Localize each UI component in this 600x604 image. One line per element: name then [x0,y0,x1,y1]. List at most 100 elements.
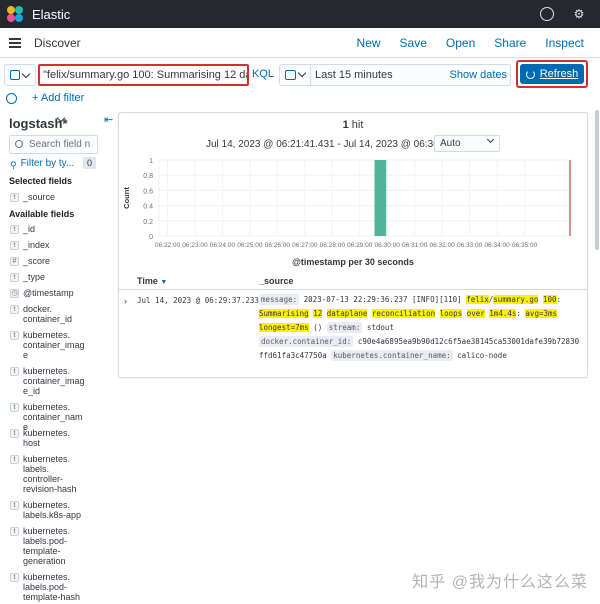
field-type-icon: t [10,241,19,250]
filter-by-type-button[interactable]: ⚲ Filter by ty... [10,158,74,170]
field-item[interactable]: t _type [10,272,85,282]
field-type-icon: t [10,225,19,234]
field-name: _index [23,240,50,250]
field-item[interactable]: ◷ @timestamp [10,288,85,298]
time-range-text: Jul 14, 2023 @ 06:21:41.431 - Jul 14, 20… [206,139,473,150]
help-icon[interactable] [540,7,554,21]
field-name: _type [23,272,46,282]
field-type-icon: t [10,193,19,202]
expand-row-icon[interactable]: › [124,296,127,306]
y-tick-label: 0.2 [143,219,153,226]
chevron-down-icon [21,69,31,78]
filter-icon: ⚲ [10,160,17,170]
field-item[interactable]: t kubernetes. labels.pod- template- gener… [10,526,85,566]
refresh-icon [525,69,535,79]
y-tick-label: 0.8 [143,173,153,180]
field-type-icon: t [10,305,19,314]
x-tick-label: 06:35:00 [512,242,538,249]
field-type-icon: t [10,573,19,582]
new-link[interactable]: New [357,36,381,50]
field-name: kubernetes. labels.pod- template- genera… [23,526,71,566]
field-item[interactable]: t _id [10,224,85,234]
field-type-icon: ◷ [10,289,19,298]
interval-select[interactable]: Auto [434,135,500,152]
watermark: 知乎 @我为什么这么菜 [412,574,588,591]
filter-count-badge: 0 [83,157,96,169]
menu-hamburger-icon[interactable] [9,37,21,48]
saved-query-button[interactable] [4,64,36,86]
y-tick-label: 0.4 [143,204,153,211]
x-tick-label: 06:30:00 [375,242,401,249]
row-time: Jul 14, 2023 @ 06:29:37.233 [137,296,259,305]
inspect-link[interactable]: Inspect [545,36,584,50]
field-sidebar: logstash* ⇤ Search field n ⚲ Filter by t… [0,110,116,604]
field-name: kubernetes. container_imag e [23,330,85,360]
show-dates-link[interactable]: Show dates [450,69,507,81]
share-link[interactable]: Share [494,36,526,50]
chevron-down-icon [297,68,307,78]
field-name: kubernetes. labels.pod- template-hash [23,572,81,602]
x-tick-label: 06:22:00 [155,242,181,249]
field-type-icon: t [10,455,19,464]
user-menu-icon[interactable]: ⚙ [572,7,586,21]
filter-options-icon[interactable] [6,93,17,104]
app-title: Elastic [32,6,71,22]
refresh-button[interactable]: Refresh [520,64,584,84]
app-navbar: Discover New Save Open Share Inspect [0,28,600,58]
x-tick-label: 06:32:00 [430,242,456,249]
field-name: _score [23,256,51,266]
open-link[interactable]: Open [446,36,475,50]
date-picker[interactable]: Last 15 minutes Show dates [279,64,511,86]
field-item[interactable]: # _score [10,256,85,266]
elastic-logo-icon[interactable] [7,6,23,22]
field-item[interactable]: t docker. container_id [10,304,85,324]
field-item[interactable]: t kubernetes. labels. controller- revisio… [10,454,85,494]
field-item[interactable]: t _source [10,192,85,202]
field-type-icon: t [10,501,19,510]
x-tick-label: 06:33:00 [457,242,483,249]
query-bar: "felix/summary.go 100: Summarising 12 da… [0,59,600,91]
time-column-header[interactable]: Time ▼ [137,276,167,286]
time-range-label[interactable]: Last 15 minutes [315,69,393,81]
field-type-icon: t [10,273,19,282]
calendar-icon[interactable] [285,70,296,80]
field-item[interactable]: t kubernetes. container_imag e [10,330,85,360]
hit-count: 1 hit [342,119,364,131]
kql-toggle[interactable]: KQL [252,68,274,80]
y-tick-label: 0 [149,234,153,241]
page-scrollbar[interactable] [595,110,599,250]
breadcrumb[interactable]: Discover [34,36,81,50]
field-item[interactable]: t kubernetes. labels.k8s-app [10,500,85,520]
field-type-icon: t [10,367,19,376]
source-column-header: _source [259,276,294,286]
search-query-input[interactable]: "felix/summary.go 100: Summarising 12 da… [38,64,249,86]
field-item[interactable]: t kubernetes. host [10,428,85,448]
field-name: kubernetes. container_imag e_id [23,366,85,396]
field-item[interactable]: t _index [10,240,85,250]
y-tick-label: 0.6 [143,188,153,195]
collapse-sidebar-icon[interactable]: ⇤ [104,113,113,126]
doc-table-header: Time ▼ _source [119,274,587,290]
x-tick-label: 06:24:00 [210,242,236,249]
x-tick-label: 06:23:00 [182,242,208,249]
histogram-bar [374,160,387,236]
saved-query-icon [10,70,20,80]
row-source: message: 2023-07-13 22:29:36.237 [INFO][… [259,294,580,361]
x-tick-label: 06:31:00 [402,242,428,249]
field-item[interactable]: t kubernetes. container_imag e_id [10,366,85,396]
histogram-chart: 0 0.2 0.4 0.6 0.8 1 06:22:00 06:23:00 06:24:00 06… [122,158,572,249]
field-name: docker. container_id [23,304,73,324]
search-field-input[interactable]: Search field n [9,135,98,154]
chevron-down-icon [486,135,495,144]
save-link[interactable]: Save [400,36,427,50]
y-tick-label: 1 [149,158,153,165]
field-type-icon: t [10,403,19,412]
field-item[interactable]: t kubernetes. labels.pod- template-hash [10,572,85,602]
x-tick-label: 06:26:00 [265,242,291,249]
plot-area [158,159,572,237]
x-tick-label: 06:28:00 [320,242,346,249]
field-name: kubernetes. labels. controller- revision… [23,454,77,494]
add-filter-link[interactable]: + Add filter [32,92,84,104]
sort-down-icon: ▼ [160,279,168,286]
x-axis-label: @timestamp per 30 seconds [292,257,414,267]
